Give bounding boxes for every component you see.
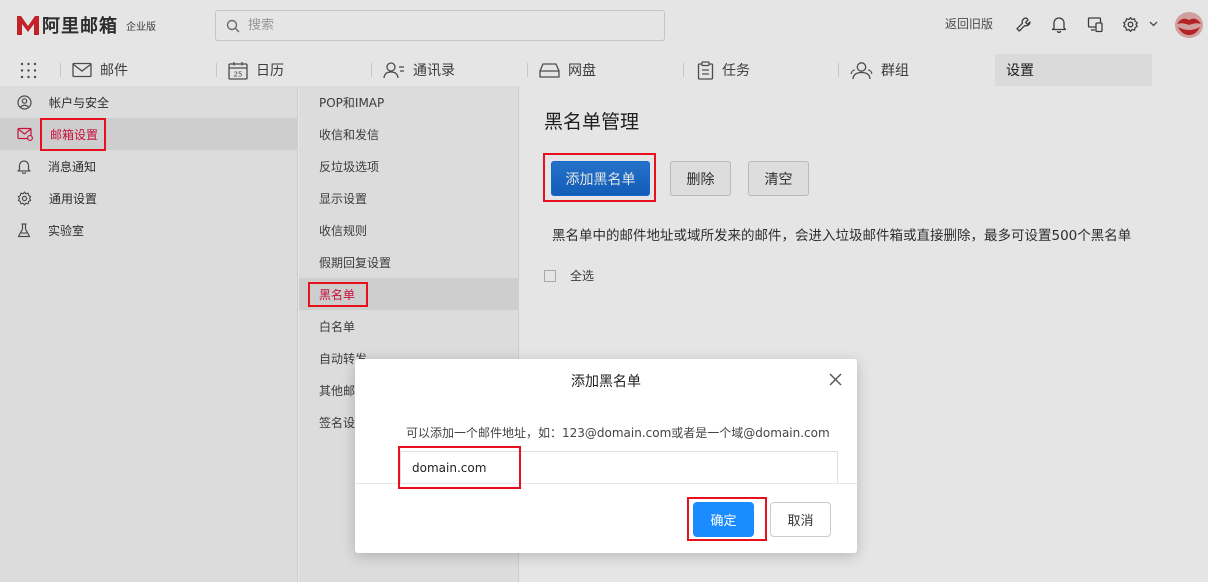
dialog-hint: 可以添加一个邮件地址，如：123@domain.com或者是一个域@domain…: [406, 426, 830, 440]
close-icon[interactable]: [829, 373, 842, 386]
cancel-button[interactable]: 取消: [770, 502, 831, 537]
blacklist-address-input[interactable]: [400, 451, 838, 484]
add-blacklist-dialog: 添加黑名单 可以添加一个邮件地址，如：123@domain.com或者是一个域@…: [355, 359, 857, 553]
dialog-title: 添加黑名单: [571, 374, 641, 390]
dialog-divider: [355, 483, 857, 484]
confirm-button[interactable]: 确定: [693, 502, 754, 537]
